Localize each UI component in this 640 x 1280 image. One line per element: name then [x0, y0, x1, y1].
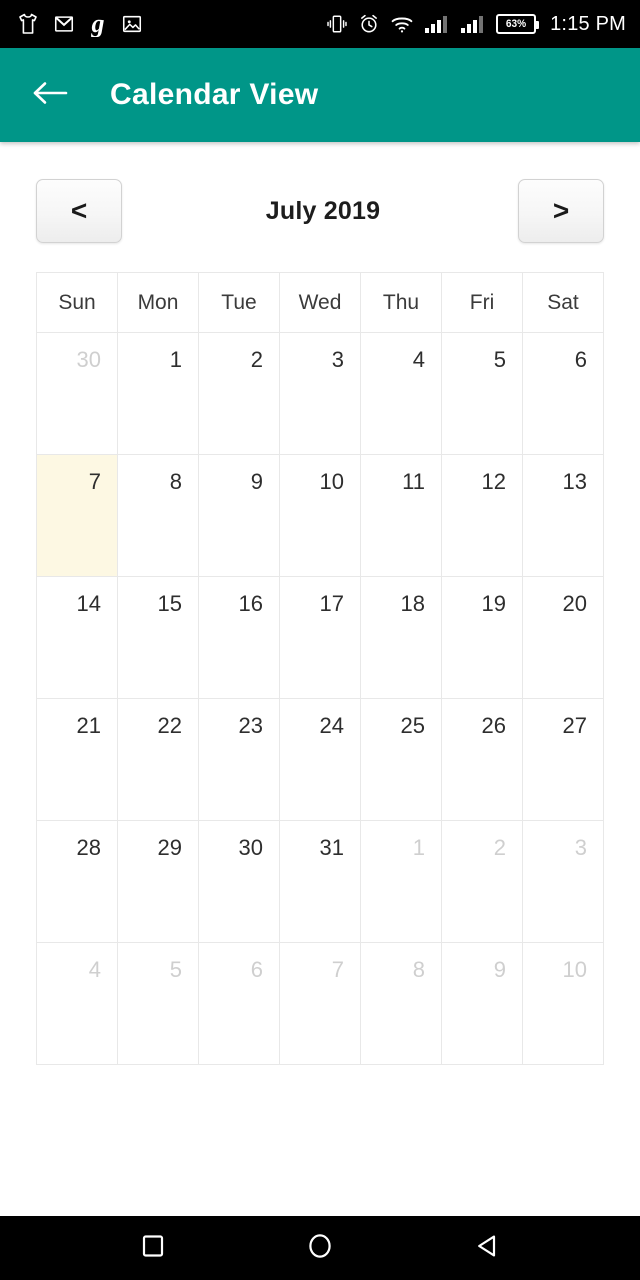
calendar-day-cell[interactable]: 11 — [360, 454, 442, 577]
calendar-day-cell[interactable]: 31 — [279, 820, 361, 943]
phone-screen: g 63% 1:15 PM Calendar View < July 2019 … — [0, 0, 640, 1280]
calendar-day-cell[interactable]: 4 — [36, 942, 118, 1065]
calendar-day-cell[interactable]: 30 — [36, 332, 118, 455]
weekday-header-sun: Sun — [36, 272, 118, 333]
calendar-day-cell[interactable]: 20 — [522, 576, 604, 699]
status-bar: g 63% 1:15 PM — [0, 0, 640, 48]
system-navigation-bar — [0, 1216, 640, 1280]
weekday-header-row: Sun Mon Tue Wed Thu Fri Sat — [36, 272, 604, 333]
calendar-day-cell[interactable]: 17 — [279, 576, 361, 699]
home-circle-icon — [306, 1232, 334, 1265]
goodreads-g-icon: g — [88, 9, 108, 38]
recents-button[interactable] — [121, 1216, 185, 1280]
calendar-header-row: Sun Mon Tue Wed Thu Fri Sat — [36, 272, 604, 333]
calendar-day-cell[interactable]: 27 — [522, 698, 604, 821]
calendar-day-cell[interactable]: 24 — [279, 698, 361, 821]
calendar-grid: Sun Mon Tue Wed Thu Fri Sat 30 1 2 3 4 5 6 7 8 9 10 11 12 1… — [36, 272, 604, 1065]
calendar-day-cell[interactable]: 21 — [36, 698, 118, 821]
weekday-header-tue: Tue — [198, 272, 280, 333]
status-bar-clock: 1:15 PM — [550, 12, 626, 35]
wifi-icon — [390, 14, 414, 34]
back-button[interactable] — [24, 69, 76, 121]
calendar-day-cell[interactable]: 1 — [117, 332, 199, 455]
signal-bars-sim2-icon — [460, 14, 486, 34]
calendar-day-cell[interactable]: 23 — [198, 698, 280, 821]
calendar-day-cell[interactable]: 13 — [522, 454, 604, 577]
weekday-header-wed: Wed — [279, 272, 361, 333]
calendar-day-cell[interactable]: 9 — [441, 942, 523, 1065]
next-month-button[interactable]: > — [518, 179, 604, 243]
status-bar-notification-icons: g — [16, 9, 143, 38]
calendar-day-cell[interactable]: 30 — [198, 820, 280, 943]
calendar-day-cell[interactable]: 26 — [441, 698, 523, 821]
status-bar-system-icons: 63% 1:15 PM — [326, 13, 626, 36]
calendar-day-cell[interactable]: 5 — [441, 332, 523, 455]
arrow-left-icon — [31, 78, 69, 113]
calendar-week-row: 14 15 16 17 18 19 20 — [36, 576, 604, 699]
calendar-day-cell[interactable]: 2 — [441, 820, 523, 943]
calendar-day-cell[interactable]: 1 — [360, 820, 442, 943]
gmail-icon — [53, 13, 75, 35]
app-bar: Calendar View — [0, 48, 640, 142]
calendar-week-row: 30 1 2 3 4 5 6 — [36, 332, 604, 455]
calendar-day-cell[interactable]: 10 — [522, 942, 604, 1065]
home-button[interactable] — [288, 1216, 352, 1280]
back-triangle-icon — [474, 1233, 500, 1264]
current-month-label: July 2019 — [265, 196, 381, 225]
calendar-day-cell[interactable]: 2 — [198, 332, 280, 455]
calendar-day-cell[interactable]: 12 — [441, 454, 523, 577]
calendar-day-cell[interactable]: 3 — [522, 820, 604, 943]
weekday-header-fri: Fri — [441, 272, 523, 333]
calendar-day-cell[interactable]: 19 — [441, 576, 523, 699]
signal-bars-sim1-icon — [424, 14, 450, 34]
calendar-day-cell[interactable]: 28 — [36, 820, 118, 943]
weekday-header-mon: Mon — [117, 272, 199, 333]
calendar-day-cell[interactable]: 6 — [522, 332, 604, 455]
vibrate-icon — [326, 13, 348, 35]
calendar-day-cell[interactable]: 4 — [360, 332, 442, 455]
calendar-day-cell[interactable]: 5 — [117, 942, 199, 1065]
calendar-day-cell[interactable]: 29 — [117, 820, 199, 943]
photos-image-icon — [121, 13, 143, 35]
calendar-day-cell[interactable]: 9 — [198, 454, 280, 577]
tshirt-icon — [16, 12, 40, 36]
calendar-day-cell[interactable]: 7 — [279, 942, 361, 1065]
calendar-day-cell[interactable]: 8 — [117, 454, 199, 577]
battery-percent-label: 63% — [505, 17, 527, 30]
calendar-week-row: 28 29 30 31 1 2 3 — [36, 820, 604, 943]
alarm-clock-icon — [358, 13, 380, 35]
calendar-day-cell[interactable]: 8 — [360, 942, 442, 1065]
battery-icon: 63% — [496, 14, 540, 34]
svg-text:g: g — [91, 11, 105, 37]
calendar-day-cell[interactable]: 18 — [360, 576, 442, 699]
month-navigation: < July 2019 > — [36, 142, 604, 272]
calendar-day-cell[interactable]: 6 — [198, 942, 280, 1065]
previous-month-button[interactable]: < — [36, 179, 122, 243]
recents-square-icon — [140, 1233, 166, 1264]
weekday-header-thu: Thu — [360, 272, 442, 333]
calendar-day-cell[interactable]: 3 — [279, 332, 361, 455]
calendar-day-cell[interactable]: 25 — [360, 698, 442, 821]
calendar-day-cell[interactable]: 15 — [117, 576, 199, 699]
calendar-day-cell[interactable]: 22 — [117, 698, 199, 821]
back-button-system[interactable] — [455, 1216, 519, 1280]
calendar-day-cell[interactable]: 14 — [36, 576, 118, 699]
calendar-body: 30 1 2 3 4 5 6 7 8 9 10 11 12 13 14 15 16 17 18 19 20 21 22 23 2… — [36, 332, 604, 1065]
calendar-content: < July 2019 > Sun Mon Tue Wed Thu Fri Sat 30 1 2… — [0, 142, 640, 1216]
page-title: Calendar View — [110, 78, 319, 111]
calendar-week-row: 21 22 23 24 25 26 27 — [36, 698, 604, 821]
weekday-header-sat: Sat — [522, 272, 604, 333]
calendar-day-cell[interactable]: 16 — [198, 576, 280, 699]
calendar-day-cell[interactable]: 10 — [279, 454, 361, 577]
calendar-day-cell-selected[interactable]: 7 — [36, 454, 118, 577]
calendar-week-row: 7 8 9 10 11 12 13 — [36, 454, 604, 577]
calendar-week-row: 4 5 6 7 8 9 10 — [36, 942, 604, 1065]
